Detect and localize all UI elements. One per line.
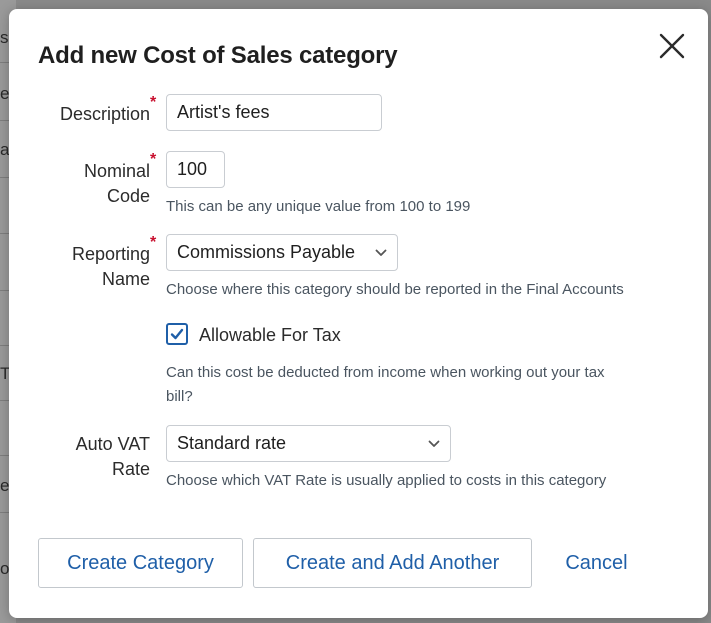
- nominal-code-label: Nominal Code: [84, 159, 150, 209]
- allowable-for-tax-label[interactable]: Allowable For Tax: [199, 323, 341, 347]
- reporting-name-label-line1: Reporting: [71, 244, 150, 264]
- nominal-code-label-line1: Nominal: [83, 161, 150, 181]
- description-label: Description: [59, 104, 150, 124]
- auto-vat-rate-label: Auto VAT Rate: [76, 432, 150, 482]
- chevron-down-icon: [375, 249, 387, 256]
- required-marker: *: [150, 234, 157, 251]
- reporting-name-select[interactable]: Commissions Payable: [166, 234, 398, 271]
- auto-vat-rate-selected: Standard rate: [177, 433, 287, 453]
- reporting-name-selected: Commissions Payable: [177, 242, 356, 262]
- allowable-for-tax-help-line1: Can this cost be deducted from income wh…: [166, 364, 605, 381]
- close-button[interactable]: [655, 29, 689, 63]
- nominal-code-label-line2: Code: [106, 186, 150, 206]
- auto-vat-rate-select[interactable]: Standard rate: [166, 425, 451, 462]
- allowable-for-tax-checkbox[interactable]: [166, 323, 188, 345]
- dialog-title: Add new Cost of Sales category: [38, 42, 398, 69]
- required-marker: *: [150, 94, 157, 111]
- auto-vat-rate-help: Choose which VAT Rate is usually applied…: [166, 472, 607, 489]
- allowable-for-tax-help-line2: bill?: [166, 388, 193, 405]
- chevron-down-icon: [428, 440, 440, 447]
- nominal-code-help: This can be any unique value from 100 to…: [166, 198, 471, 215]
- allowable-for-tax-help: Can this cost be deducted from income wh…: [166, 361, 605, 409]
- reporting-name-label-line2: Name: [101, 269, 150, 289]
- checkmark-icon: [170, 328, 184, 340]
- description-input[interactable]: [166, 94, 382, 131]
- close-icon: [659, 33, 685, 59]
- required-marker: *: [150, 151, 157, 168]
- nominal-code-input[interactable]: [166, 151, 225, 188]
- auto-vat-rate-label-line2: Rate: [111, 459, 150, 479]
- create-category-button[interactable]: Create Category: [38, 538, 243, 588]
- reporting-name-help: Choose where this category should be rep…: [166, 281, 624, 298]
- create-and-add-another-button[interactable]: Create and Add Another: [253, 538, 532, 588]
- reporting-name-label: Reporting Name: [72, 242, 150, 292]
- cancel-button[interactable]: Cancel: [559, 538, 634, 588]
- auto-vat-rate-label-line1: Auto VAT: [75, 434, 150, 454]
- add-category-dialog: Add new Cost of Sales category Descripti…: [9, 9, 708, 618]
